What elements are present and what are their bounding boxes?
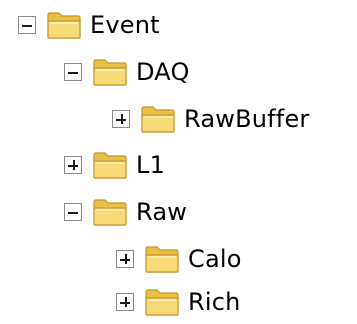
tree-node-label: Rich bbox=[188, 288, 241, 316]
tree-node-label: Calo bbox=[188, 245, 242, 273]
tree-node-event[interactable]: Event bbox=[18, 5, 160, 45]
folder-icon bbox=[93, 59, 127, 86]
tree-node-daq[interactable]: DAQ bbox=[64, 52, 190, 92]
tree-node-l1[interactable]: L1 bbox=[64, 145, 165, 185]
folder-icon bbox=[93, 152, 127, 179]
collapse-icon[interactable] bbox=[18, 16, 36, 34]
folder-icon bbox=[93, 199, 127, 226]
tree-node-rawbuffer[interactable]: RawBuffer bbox=[112, 99, 310, 139]
folder-icon bbox=[141, 106, 175, 133]
tree-node-rich[interactable]: Rich bbox=[116, 282, 241, 322]
collapse-icon[interactable] bbox=[64, 63, 82, 81]
folder-icon bbox=[47, 12, 81, 39]
tree-node-label: Event bbox=[90, 11, 160, 39]
expand-icon[interactable] bbox=[116, 293, 134, 311]
collapse-icon[interactable] bbox=[64, 203, 82, 221]
expand-icon[interactable] bbox=[112, 110, 130, 128]
folder-icon bbox=[145, 246, 179, 273]
tree-node-label: L1 bbox=[136, 151, 166, 179]
folder-icon bbox=[145, 289, 179, 316]
tree-node-label: Raw bbox=[136, 198, 188, 226]
tree-node-raw[interactable]: Raw bbox=[64, 192, 187, 232]
tree-node-calo[interactable]: Calo bbox=[116, 239, 242, 279]
tree-node-label: RawBuffer bbox=[184, 105, 310, 133]
expand-icon[interactable] bbox=[116, 250, 134, 268]
folder-tree: Event DAQ RawBuffer L1 Raw Calo Rich bbox=[0, 0, 357, 324]
expand-icon[interactable] bbox=[64, 156, 82, 174]
tree-node-label: DAQ bbox=[136, 58, 190, 86]
